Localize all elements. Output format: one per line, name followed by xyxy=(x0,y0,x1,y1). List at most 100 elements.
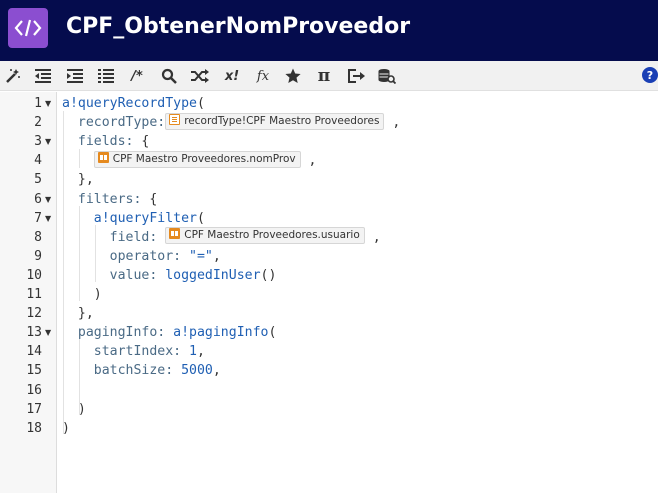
line-number-gutter: 1 ▼ 2 3 ▼ 4 5 6 ▼ 7 ▼ 8 9 10 11 12 13 ▼ 14 15 16 17 18 xyxy=(0,92,57,493)
code-line[interactable]: operator: "=", xyxy=(62,247,221,266)
line-number: 1 xyxy=(34,96,42,111)
code-token: value: xyxy=(62,267,158,283)
search-icon[interactable] xyxy=(160,66,178,86)
code-token: , xyxy=(212,248,221,264)
code-token: operator: xyxy=(62,248,182,264)
code-token: }, xyxy=(62,172,94,188)
line-number: 2 xyxy=(34,115,42,131)
outdent-icon[interactable] xyxy=(34,66,52,86)
line-number: 3 xyxy=(34,134,42,150)
pi-icon[interactable]: π xyxy=(314,66,334,86)
code-line[interactable]: value: loggedInUser() xyxy=(62,266,277,285)
header-bar: CPF_ObtenerNomProveedor xyxy=(0,0,658,61)
magic-wand-icon[interactable] xyxy=(4,66,22,86)
code-token: ) xyxy=(62,287,102,302)
record-field-token[interactable]: CPF Maestro Proveedores.usuario xyxy=(165,227,365,245)
code-token: , xyxy=(300,153,317,169)
line-number: 18 xyxy=(26,420,42,436)
format-list-icon[interactable] xyxy=(97,66,115,86)
token-label: recordType!CPF Maestro Proveedores xyxy=(184,114,380,127)
code-line[interactable]: fields: { xyxy=(62,132,149,151)
comment-label: /* xyxy=(131,68,143,84)
line-number: 7 xyxy=(34,210,42,226)
code-line[interactable]: }, xyxy=(62,304,94,323)
code-line[interactable]: pagingInfo: a!pagingInfo( xyxy=(62,323,277,342)
fold-toggle-icon[interactable]: ▼ xyxy=(45,94,51,113)
line-number: 17 xyxy=(26,401,42,417)
line-number: 6 xyxy=(34,191,42,207)
help-icon[interactable]: ? xyxy=(642,67,658,83)
token-label: CPF Maestro Proveedores.usuario xyxy=(184,229,360,242)
code-token: "=" xyxy=(189,248,213,264)
record-field-token[interactable]: CPF Maestro Proveedores.nomProv xyxy=(93,150,301,168)
code-token: , xyxy=(364,229,381,245)
code-line[interactable]: a!queryFilter( xyxy=(62,209,205,228)
code-token: field: xyxy=(62,229,158,245)
editor-toolbar: /* x! fx π ? xyxy=(0,61,658,91)
record-type-token[interactable]: recordType!CPF Maestro Proveedores xyxy=(165,112,385,130)
line-number: 4 xyxy=(34,153,42,169)
code-line[interactable]: a!queryRecordType( xyxy=(62,94,205,113)
x-bang-icon[interactable]: x! xyxy=(222,66,242,86)
code-token: () xyxy=(260,267,277,283)
fold-toggle-icon[interactable]: ▼ xyxy=(45,132,51,151)
line-number: 5 xyxy=(34,172,42,188)
code-token: , xyxy=(384,115,401,131)
code-token: fields: xyxy=(62,134,134,150)
code-line[interactable]: startIndex: 1, xyxy=(62,342,205,361)
code-line[interactable]: ) xyxy=(62,400,86,419)
code-brackets-icon xyxy=(8,8,48,48)
line-number: 12 xyxy=(26,306,42,322)
code-token: ( xyxy=(268,325,277,341)
code-token: ) xyxy=(62,420,70,436)
code-line[interactable]: field: CPF Maestro Proveedores.usuario , xyxy=(62,227,381,247)
line-number: 15 xyxy=(26,363,42,379)
help-label: ? xyxy=(646,68,654,82)
record-field-icon xyxy=(169,228,181,240)
code-token: recordType: xyxy=(62,115,166,131)
function-icon[interactable]: fx xyxy=(253,66,273,86)
code-line[interactable]: ) xyxy=(62,285,102,304)
code-token: pagingInfo: xyxy=(62,325,166,341)
code-token: a!queryRecordType xyxy=(62,96,197,111)
code-line[interactable]: batchSize: 5000, xyxy=(62,361,221,380)
shuffle-icon[interactable] xyxy=(190,66,210,86)
fold-toggle-icon[interactable]: ▼ xyxy=(45,209,51,228)
code-token: { xyxy=(141,191,158,207)
code-token: a!pagingInfo xyxy=(173,325,269,341)
code-token: startIndex: xyxy=(62,344,182,360)
code-token: 5000 xyxy=(181,363,213,379)
export-icon[interactable] xyxy=(346,66,366,86)
code-token: filters: xyxy=(62,191,142,207)
code-token: a!queryFilter xyxy=(62,210,197,226)
database-search-icon[interactable] xyxy=(377,66,397,86)
token-label: CPF Maestro Proveedores.nomProv xyxy=(112,152,296,165)
indent-icon[interactable] xyxy=(66,66,84,86)
fold-toggle-icon[interactable]: ▼ xyxy=(45,323,51,342)
line-number: 13 xyxy=(26,325,42,341)
comment-icon[interactable]: /* xyxy=(127,66,147,86)
star-icon[interactable] xyxy=(284,66,302,86)
page-title: CPF_ObtenerNomProveedor xyxy=(66,14,411,39)
line-number: 10 xyxy=(26,267,42,283)
line-number: 14 xyxy=(26,344,42,360)
fold-toggle-icon[interactable]: ▼ xyxy=(45,190,51,209)
code-token: ( xyxy=(196,210,205,226)
code-line[interactable]: filters: { xyxy=(62,190,157,209)
code-line[interactable]: }, xyxy=(62,170,94,189)
code-token: loggedInUser xyxy=(165,267,261,283)
x-bang-label: x! xyxy=(224,68,240,84)
code-line[interactable]: recordType: recordType!CPF Maestro Provee… xyxy=(62,112,401,132)
code-line[interactable]: ) xyxy=(62,419,70,438)
pi-label: π xyxy=(317,66,331,86)
code-line[interactable]: CPF Maestro Proveedores.nomProv , xyxy=(62,150,317,170)
record-type-icon xyxy=(169,113,181,125)
code-editor[interactable]: 1 ▼ 2 3 ▼ 4 5 6 ▼ 7 ▼ 8 9 10 11 12 13 ▼ 14 15 16 17 18 a!query… xyxy=(0,92,658,493)
record-field-icon xyxy=(97,151,109,163)
